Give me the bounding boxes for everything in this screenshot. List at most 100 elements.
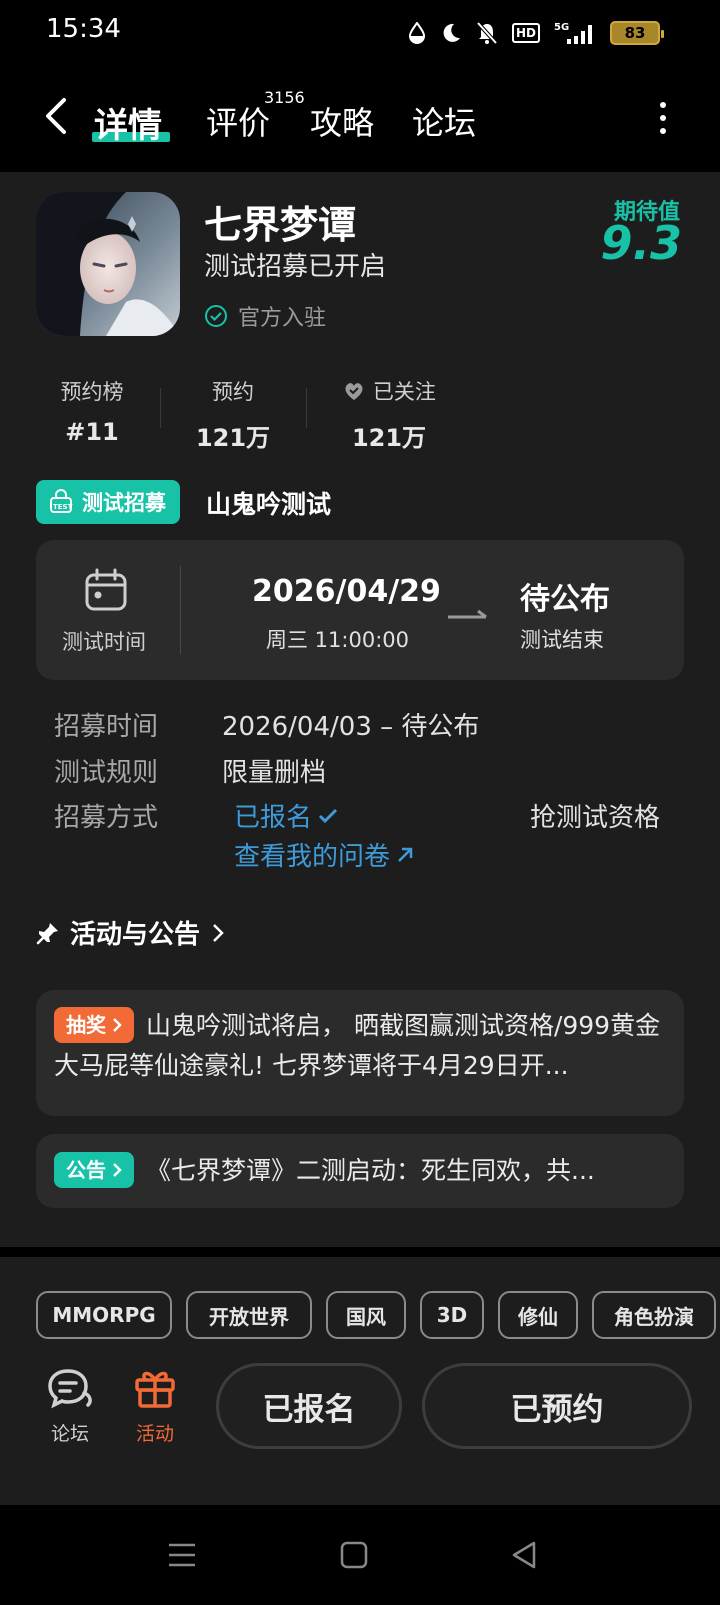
recruit-time-label: 招募时间 xyxy=(54,712,159,742)
svg-text:TEST: TEST xyxy=(53,503,73,511)
genre-tag[interactable]: 角色扮演 xyxy=(592,1291,716,1339)
hd-icon: HD xyxy=(511,23,540,43)
signed-up-status: 已报名 xyxy=(234,797,340,834)
battery-icon: 83 xyxy=(610,21,664,45)
questionnaire-link[interactable]: 查看我的问卷 xyxy=(234,836,416,873)
gift-icon xyxy=(135,1371,175,1408)
svg-text:5G: 5G xyxy=(554,22,569,33)
genre-tag[interactable]: MMORPG xyxy=(36,1291,172,1339)
calendar-icon xyxy=(85,568,127,611)
activities-title: 活动与公告 xyxy=(70,920,201,950)
stat-followed[interactable]: 已关注 121万 xyxy=(334,376,444,453)
chevron-right-icon xyxy=(113,1018,122,1032)
system-nav-bar xyxy=(0,1505,720,1605)
back-triangle-icon[interactable] xyxy=(508,1539,540,1571)
top-nav: 详情 评价 3156 攻略 论坛 xyxy=(0,68,720,172)
chevron-right-icon xyxy=(213,923,224,942)
stat-label: 已关注 xyxy=(372,380,436,404)
tab-forum[interactable]: 论坛 xyxy=(412,98,476,144)
tab-guides[interactable]: 攻略 xyxy=(310,98,374,144)
test-rule-value: 限量删档 xyxy=(222,758,327,788)
stat-divider xyxy=(306,388,307,428)
stat-divider xyxy=(160,388,161,428)
lottery-tag: 抽奖 xyxy=(54,1007,134,1043)
lottery-text: 山鬼吟测试将启， 晒截图赢测试资格/999黄金大马屁等仙途豪礼! 七界梦谭将于4… xyxy=(54,1011,661,1080)
tag-label: 公告 xyxy=(66,1158,106,1182)
genre-tag[interactable]: 开放世界 xyxy=(186,1291,312,1339)
grab-qualification-link[interactable]: 抢测试资格 xyxy=(530,797,660,834)
chevron-right-icon xyxy=(113,1163,122,1177)
stat-rank[interactable]: 预约榜 #11 xyxy=(52,376,132,446)
test-end-status: 待公布 xyxy=(520,582,610,617)
mute-bell-icon xyxy=(476,21,498,45)
forum-label: 论坛 xyxy=(50,1423,89,1445)
stat-label: 预约榜 xyxy=(60,380,124,404)
stat-value: #11 xyxy=(65,418,119,446)
back-arrow-icon[interactable] xyxy=(38,94,78,138)
reviews-count-badge: 3156 xyxy=(264,88,305,107)
announcement-text: 《七界梦谭》二测启动：死生同欢，共... xyxy=(146,1156,595,1185)
test-recruit-icon: TEST xyxy=(50,489,73,513)
genre-tag[interactable]: 国风 xyxy=(326,1291,406,1339)
more-options-icon[interactable] xyxy=(658,102,668,134)
tab-reviews[interactable]: 评价 xyxy=(206,98,270,144)
pin-icon xyxy=(36,922,58,944)
tab-details[interactable]: 详情 xyxy=(94,98,162,147)
moon-icon xyxy=(443,23,460,42)
stat-value: 121万 xyxy=(195,424,271,452)
news-card-announcement[interactable]: 公告 《七界梦谭》二测启动：死生同欢，共... xyxy=(36,1134,684,1208)
signed-up-button[interactable]: 已报名 xyxy=(216,1363,402,1449)
reserved-button[interactable]: 已预约 xyxy=(422,1363,692,1449)
signal-5g-icon: 5G xyxy=(554,22,592,44)
bottom-nav-activity[interactable]: 活动 xyxy=(125,1367,185,1446)
activity-label: 活动 xyxy=(135,1423,174,1445)
questionnaire-label: 查看我的问卷 xyxy=(234,842,391,872)
expect-score: 9.3 xyxy=(600,216,683,270)
test-end-label: 测试结束 xyxy=(520,628,604,652)
status-time: 15:34 xyxy=(46,14,121,44)
official-label: 官方入驻 xyxy=(238,306,327,331)
status-bar: 15:34 HD 5G 83 xyxy=(0,0,720,68)
menu-icon[interactable] xyxy=(166,1539,198,1571)
data-saver-icon xyxy=(408,22,425,44)
recruit-time-value: 2026/04/03 – 待公布 xyxy=(222,712,480,742)
card-divider xyxy=(180,566,181,654)
game-title: 七界梦谭 xyxy=(204,203,357,247)
activities-header[interactable]: 活动与公告 xyxy=(36,914,226,951)
game-app-icon xyxy=(36,192,180,336)
genre-tag[interactable]: 3D xyxy=(420,1291,484,1339)
home-square-icon[interactable] xyxy=(338,1539,370,1571)
test-time-card: 测试时间 2026/04/29 周三 11:00:00 待公布 测试结束 xyxy=(36,540,684,680)
news-card-lottery[interactable]: 抽奖 山鬼吟测试将启， 晒截图赢测试资格/999黄金大马屁等仙途豪礼! 七界梦谭将… xyxy=(36,990,684,1116)
forum-chat-icon xyxy=(48,1369,92,1409)
news-text-row: 抽奖 山鬼吟测试将启， 晒截图赢测试资格/999黄金大马屁等仙途豪礼! 七界梦谭将… xyxy=(54,1006,662,1086)
game-subtitle: 测试招募已开启 xyxy=(204,252,387,282)
external-arrow-icon xyxy=(398,847,413,862)
official-badge: 官方入驻 xyxy=(204,300,326,332)
news-text-row: 公告 《七界梦谭》二测启动：死生同欢，共... xyxy=(54,1151,662,1191)
stat-label-row: 已关注 xyxy=(334,376,444,406)
check-icon xyxy=(318,808,338,823)
test-recruit-badge: TEST 测试招募 xyxy=(36,480,180,524)
section-divider xyxy=(0,1247,720,1257)
bottom-nav-forum[interactable]: 论坛 xyxy=(40,1367,100,1446)
status-icons: HD 5G 83 xyxy=(408,16,664,50)
stat-label: 预约 xyxy=(212,380,254,404)
signed-up-label: 已报名 xyxy=(234,803,313,833)
tag-label: 抽奖 xyxy=(66,1013,106,1037)
check-circle-icon xyxy=(205,305,227,327)
recruit-badge-label: 测试招募 xyxy=(82,491,166,515)
recruit-method-label: 招募方式 xyxy=(54,803,159,833)
test-start-date: 2026/04/29 xyxy=(252,574,441,609)
main-content: 七界梦谭 测试招募已开启 官方入驻 期待值 9.3 预约榜 #11 预约 121… xyxy=(0,172,720,1247)
arrow-right-icon xyxy=(448,609,487,619)
heart-icon xyxy=(345,383,363,400)
bottom-bar: MMORPG 开放世界 国风 3D 修仙 角色扮演 论坛 活动 已报名 已预约 xyxy=(0,1257,720,1505)
test-time-label: 测试时间 xyxy=(62,630,146,654)
stat-reservations[interactable]: 预约 121万 xyxy=(188,376,278,453)
test-start-time: 周三 11:00:00 xyxy=(266,628,409,652)
test-rule-label: 测试规则 xyxy=(54,758,159,788)
announcement-tag: 公告 xyxy=(54,1152,134,1188)
genre-tag[interactable]: 修仙 xyxy=(498,1291,578,1339)
recruit-test-name: 山鬼吟测试 xyxy=(206,490,332,519)
